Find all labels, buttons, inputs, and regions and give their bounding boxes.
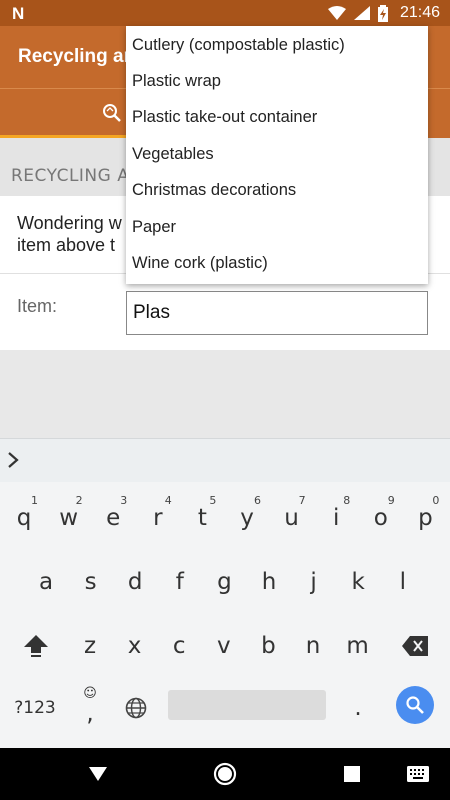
navigation-bar (0, 748, 450, 800)
key-hint: 4 (164, 494, 172, 507)
keyboard-row-4: ?123 , ☺ . (0, 678, 450, 738)
signal-icon (353, 6, 370, 20)
key-k[interactable]: k (336, 552, 380, 612)
backspace-icon (402, 636, 428, 656)
tab-recycling-search[interactable] (102, 103, 122, 127)
key-e[interactable]: e3 (91, 488, 135, 548)
key-g[interactable]: g (202, 552, 246, 612)
item-label: Item: (17, 296, 58, 316)
n-logo-icon: N (12, 4, 25, 23)
key-label: y (240, 505, 254, 531)
section-title: RECYCLING A (11, 166, 130, 186)
app-title: Recycling an (18, 46, 136, 67)
key-label: p (418, 505, 433, 531)
emoji-icon: ☺ (83, 686, 97, 701)
keyboard: q1w2e3r4t5y6u7i8o9p0 asdfghjkl zxcvbnm ?… (0, 482, 450, 748)
back-icon (89, 767, 107, 781)
key-j[interactable]: j (292, 552, 336, 612)
item-row: Item: Plas (0, 274, 450, 350)
key-t[interactable]: t5 (180, 488, 224, 548)
item-search-input[interactable]: Plas (126, 291, 428, 335)
clock: 21:46 (399, 4, 440, 21)
key-label: t (197, 505, 207, 531)
dropdown-option[interactable]: Cutlery (compostable plastic) (126, 27, 428, 63)
shift-key[interactable] (12, 616, 60, 676)
globe-icon (125, 697, 147, 719)
key-f[interactable]: f (158, 552, 202, 612)
keyboard-suggestion-strip (0, 438, 450, 482)
key-label: w (59, 505, 78, 531)
backspace-key[interactable] (392, 616, 438, 676)
search-key[interactable] (396, 686, 434, 724)
key-hint: 5 (209, 494, 217, 507)
battery-charging-icon (377, 4, 388, 22)
key-hint: 8 (343, 494, 351, 507)
key-x[interactable]: x (113, 616, 157, 676)
wifi-icon (327, 6, 346, 20)
key-d[interactable]: d (113, 552, 157, 612)
key-label: i (332, 505, 340, 531)
key-hint: 3 (120, 494, 128, 507)
keyboard-switch-button[interactable] (398, 748, 438, 800)
key-label: o (373, 505, 388, 531)
key-c[interactable]: c (157, 616, 201, 676)
home-button[interactable] (205, 748, 245, 800)
status-icons: 21:46 (327, 0, 440, 26)
home-icon (213, 762, 237, 786)
comma-label: , (86, 701, 94, 727)
key-o[interactable]: o9 (359, 488, 403, 548)
key-l[interactable]: l (381, 552, 425, 612)
key-p[interactable]: p0 (403, 488, 447, 548)
key-a[interactable]: a (24, 552, 68, 612)
key-u[interactable]: u7 (270, 488, 314, 548)
recents-icon (344, 766, 360, 782)
dropdown-option[interactable]: Plastic take-out container (126, 100, 428, 136)
key-hint: 1 (31, 494, 38, 507)
shift-icon (24, 635, 48, 657)
dropdown-option[interactable]: Vegetables (126, 136, 428, 172)
keyboard-row-3: zxcvbnm (0, 616, 450, 676)
dropdown-option[interactable]: Christmas decorations (126, 173, 428, 209)
key-y[interactable]: y6 (225, 488, 269, 548)
content-background (0, 350, 450, 438)
comma-key[interactable]: , ☺ (70, 678, 110, 738)
dropdown-option[interactable]: Wine cork (plastic) (126, 245, 428, 281)
key-w[interactable]: w2 (47, 488, 91, 548)
key-hint: 9 (387, 494, 395, 507)
dropdown-option[interactable]: Plastic wrap (126, 63, 428, 99)
key-r[interactable]: r4 (136, 488, 180, 548)
dropdown-option[interactable]: Paper (126, 209, 428, 245)
search-icon (406, 696, 424, 714)
key-h[interactable]: h (247, 552, 291, 612)
key-hint: 6 (254, 494, 261, 507)
key-v[interactable]: v (202, 616, 246, 676)
period-key[interactable]: . (338, 678, 378, 738)
key-label: q (16, 505, 32, 531)
keyboard-row-1: q1w2e3r4t5y6u7i8o9p0 (0, 488, 450, 548)
chevron-right-icon[interactable] (3, 449, 23, 471)
back-button[interactable] (78, 748, 118, 800)
key-s[interactable]: s (69, 552, 113, 612)
key-q[interactable]: q1 (2, 488, 46, 548)
key-m[interactable]: m (336, 616, 380, 676)
key-label: e (106, 505, 121, 531)
keyboard-switch-icon (407, 766, 429, 782)
key-n[interactable]: n (291, 616, 335, 676)
recycle-search-icon (103, 104, 121, 122)
key-hint: 0 (432, 494, 440, 507)
key-b[interactable]: b (246, 616, 290, 676)
autocomplete-dropdown: Cutlery (compostable plastic) Plastic wr… (126, 26, 428, 284)
key-hint: 2 (75, 494, 83, 507)
symbols-key[interactable]: ?123 (8, 678, 62, 738)
space-key[interactable] (168, 690, 326, 720)
key-label: u (284, 505, 299, 531)
key-i[interactable]: i8 (314, 488, 358, 548)
key-label: r (153, 505, 163, 531)
recents-button[interactable] (332, 748, 372, 800)
keyboard-row-2: asdfghjkl (0, 552, 450, 612)
key-z[interactable]: z (68, 616, 112, 676)
status-bar: N 21:46 (0, 0, 450, 26)
language-key[interactable] (116, 678, 156, 738)
key-hint: 7 (298, 494, 306, 507)
